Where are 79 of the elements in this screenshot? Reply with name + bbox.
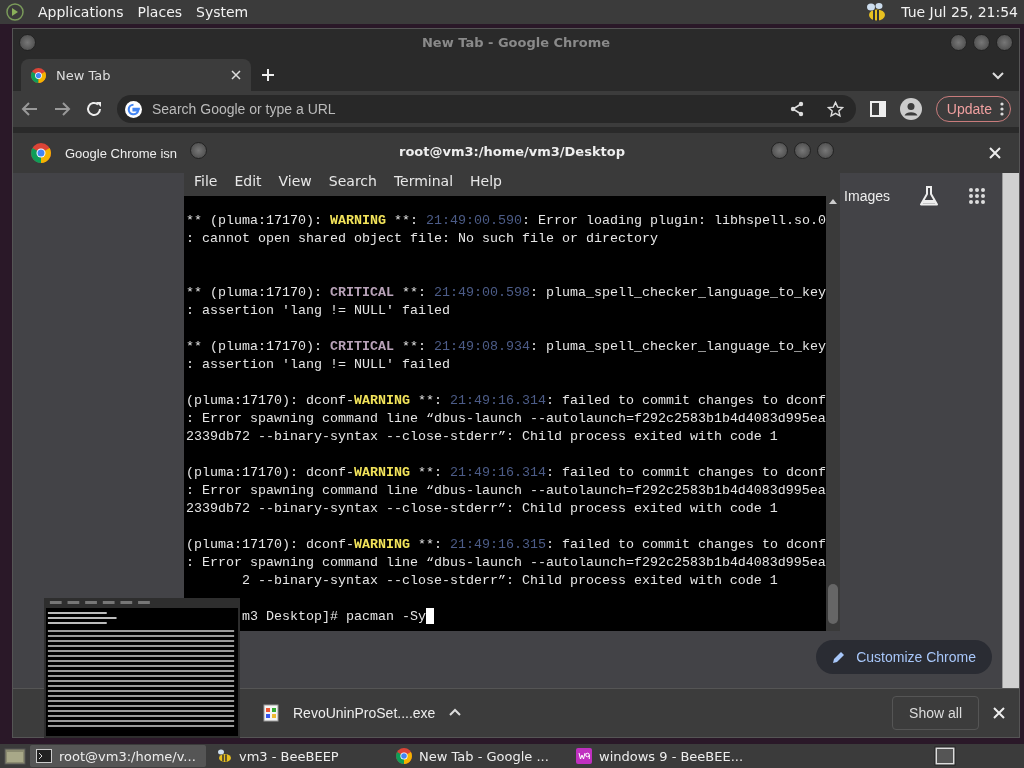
terminal-line: : assertion 'lang != NULL' failed [186,356,450,374]
address-field[interactable]: Search Google or type a URL [150,100,781,118]
profile-icon[interactable] [899,98,922,120]
scrollbar[interactable] [1002,173,1019,688]
flask-icon[interactable] [918,185,940,207]
pencil-icon [832,650,847,664]
terminal-line: : Error spawning command line “dbus-launch --autolaunch=f292c2583b1b4d4083d995ea [186,482,826,500]
terminal-prompt[interactable]: m3 Desktop]# pacman -Sy [242,608,434,626]
browser-tab[interactable]: New Tab [21,59,251,91]
forward-icon[interactable] [53,100,71,118]
chrome-logo-icon [31,143,51,163]
menu-item[interactable]: Help [464,168,508,193]
menu-item[interactable]: View [272,168,318,193]
address-bar[interactable]: Search Google or type a URL [117,95,856,123]
chrome-logo-icon [31,67,46,83]
scrollbar[interactable] [826,196,840,631]
menu-item[interactable]: Edit [228,168,268,193]
star-icon[interactable] [826,100,844,118]
download-item[interactable]: RevoUninProSet....exe [263,704,462,722]
close-icon[interactable] [993,707,1005,719]
terminal-line: ** (pluma:17170): CRITICAL **: 21:49:08.934: pluma_spell_checker_language_to_key [186,338,826,356]
back-icon[interactable] [21,100,39,118]
menu-logo-icon[interactable] [6,3,24,21]
panel-menu[interactable]: Applications [38,4,124,20]
reload-icon[interactable] [85,100,103,118]
terminal-line: 2339db72 --binary-syntax --close-stderr”: Child process exited with code 1 [186,428,778,446]
terminal-line: 2 --binary-syntax --close-stderr”: Child process exited with code 1 [242,572,778,590]
customize-chrome-button[interactable]: Customize Chrome [816,640,992,674]
minimize-button[interactable] [950,34,967,51]
terminal-line: : cannot open shared object file: No such file or directory [186,230,658,248]
images-link[interactable]: Images [844,188,890,204]
terminal-line: ** (pluma:17170): WARNING **: 21:49:00.590: Error loading plugin: libhspell.so.0 [186,212,826,230]
menu-item[interactable]: File [188,168,224,193]
scrollbar-thumb[interactable] [828,584,838,624]
show-desktop-icon[interactable] [4,746,26,766]
terminal-line: (pluma:17170): dconf-WARNING **: 21:49:16.315: failed to commit changes to dconf [186,536,826,554]
terminal-icon [36,749,52,763]
workspace-icon[interactable] [934,746,956,766]
taskbar-item[interactable]: windows 9 - BeeBEE... [570,745,746,767]
close-icon[interactable] [989,147,1001,159]
minimize-button[interactable] [771,142,788,159]
menu-item[interactable]: Terminal [387,168,460,193]
show-all-button[interactable]: Show all [892,696,979,730]
bee-icon [216,748,232,764]
window-title: New Tab - Google Chrome [421,34,611,50]
infobar-message: Google Chrome isn [65,145,177,161]
window-menu-button[interactable] [190,142,207,159]
terminal-line: : assertion 'lang != NULL' failed [186,302,450,320]
installer-icon [263,704,279,722]
panel-menu[interactable]: Places [137,4,183,20]
close-button[interactable] [817,142,834,159]
menu-item[interactable]: Search [322,168,383,193]
w9-logo-icon [576,748,592,764]
google-logo-icon [125,100,142,118]
clock: Tue Jul 25, 21:54 [901,4,1018,20]
apps-grid-icon[interactable] [968,187,986,205]
taskbar-item[interactable]: vm3 - BeeBEEP [210,745,386,767]
maximize-button[interactable] [794,142,811,159]
taskbar-item[interactable]: root@vm3:/home/v... [30,745,206,767]
bee-icon[interactable] [865,2,888,22]
taskbar-item[interactable]: New Tab - Google ... [390,745,566,767]
maximize-button[interactable] [973,34,990,51]
window-menu-button[interactable] [19,34,36,51]
terminal-line: : Error spawning command line “dbus-launch --autolaunch=f292c2583b1b4d4083d995ea [186,554,826,572]
terminal-line: : Error spawning command line “dbus-launch --autolaunch=f292c2583b1b4d4083d995ea [186,410,826,428]
scroll-up-arrow-icon[interactable] [829,199,837,204]
terminal-line: ** (pluma:17170): CRITICAL **: 21:49:00.598: pluma_spell_checker_language_to_key [186,284,826,302]
side-panel-icon[interactable] [869,101,886,117]
more-icon [1000,102,1004,116]
terminal-line: (pluma:17170): dconf-WARNING **: 21:49:16.314: failed to commit changes to dconf [186,392,826,410]
terminal-line: (pluma:17170): dconf-WARNING **: 21:49:16.314: failed to commit changes to dconf [186,464,826,482]
close-button[interactable] [996,34,1013,51]
window-title: root@vm3:/home/vm3/Desktop [398,143,626,159]
new-tab-icon[interactable] [261,68,275,82]
chrome-logo-icon [396,748,412,764]
terminal-line: 2339db72 --binary-syntax --close-stderr”: Child process exited with code 1 [186,500,778,518]
panel-menu[interactable]: System [196,4,249,20]
close-icon[interactable] [231,70,241,80]
share-icon[interactable] [788,101,805,117]
